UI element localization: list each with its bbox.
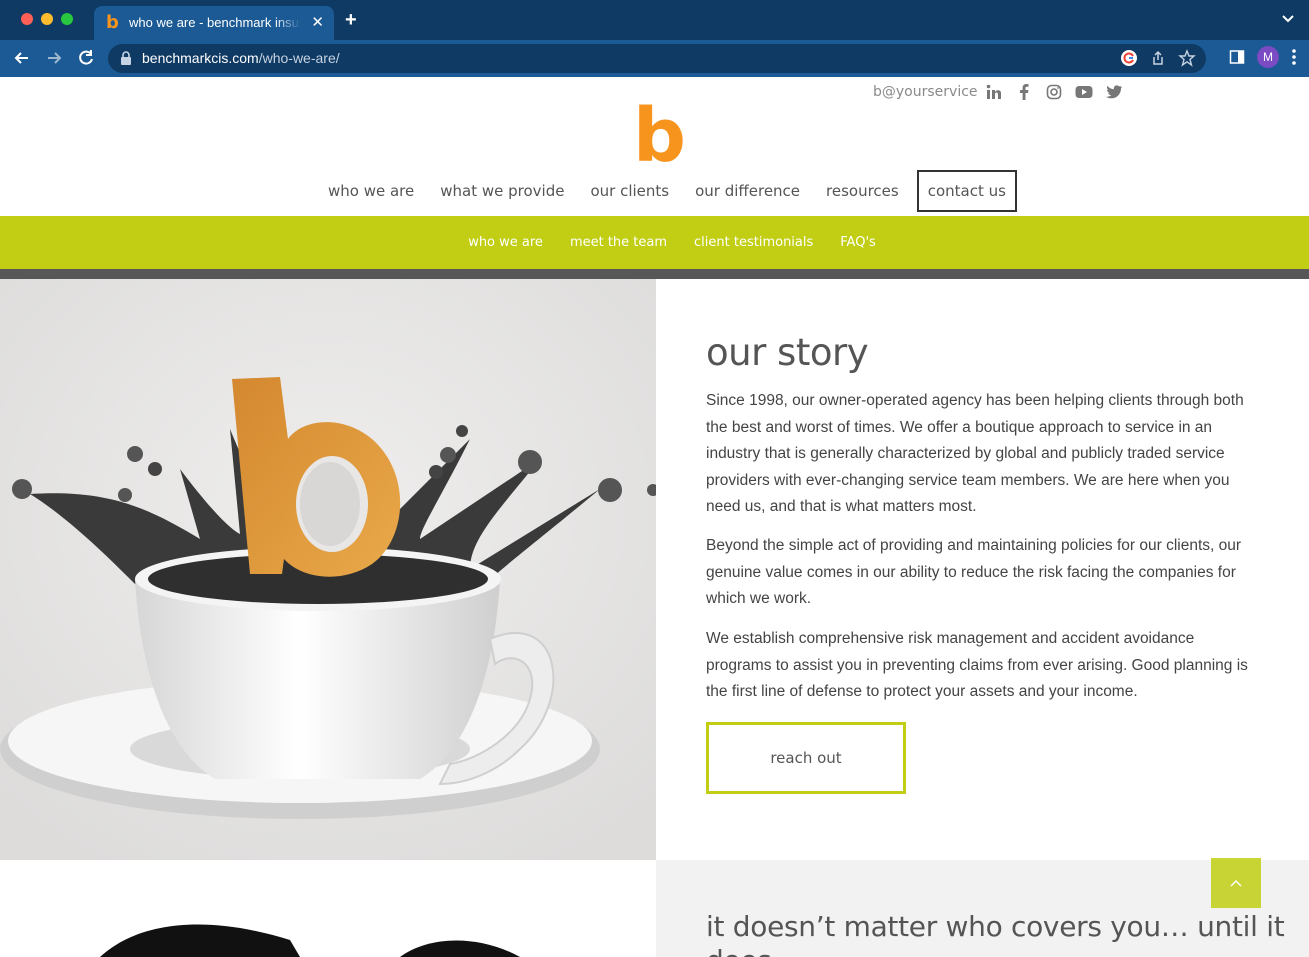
story-paragraph-1: Since 1998, our owner-operated agency ha… <box>706 392 1244 515</box>
contact-handle[interactable]: b@yourservice <box>873 84 978 100</box>
subnav-faqs[interactable]: FAQ's <box>840 235 876 250</box>
share-icon[interactable] <box>1150 50 1166 66</box>
sub-nav: who we are meet the team client testimon… <box>0 216 1309 269</box>
browser-toolbar: benchmarkcis.com/who-we-are/ M <box>0 40 1309 77</box>
site-header: b@yourservice b who we are what we provi… <box>0 77 1309 216</box>
profile-avatar[interactable]: M <box>1257 46 1279 68</box>
address-bar[interactable]: benchmarkcis.com/who-we-are/ <box>108 44 1206 73</box>
main-nav: who we are what we provide our clients o… <box>320 170 1027 212</box>
nav-our-difference[interactable]: our difference <box>687 182 808 200</box>
lock-icon[interactable] <box>120 51 132 65</box>
our-story-heading: our story <box>706 331 869 374</box>
google-icon[interactable] <box>1120 49 1138 67</box>
our-story-section: our story Since 1998, our owner-operated… <box>656 279 1309 860</box>
instagram-icon[interactable] <box>1045 83 1063 101</box>
youtube-icon[interactable] <box>1075 83 1093 101</box>
reload-icon[interactable] <box>76 48 96 68</box>
browser-tab-active[interactable]: b who we are - benchmark insurance ✕ <box>94 6 334 40</box>
nav-who-we-are[interactable]: who we are <box>320 182 422 200</box>
chevron-up-icon <box>1230 879 1242 887</box>
divider-band <box>0 269 1309 279</box>
browser-menu-icon[interactable] <box>1291 48 1297 66</box>
browser-tab-strip: b who we are - benchmark insurance ✕ + <box>0 0 1309 40</box>
social-links <box>985 83 1123 101</box>
forward-arrow-icon[interactable] <box>44 48 64 68</box>
window-minimize-button[interactable] <box>41 13 53 25</box>
tab-title: who we are - benchmark insurance <box>129 15 301 30</box>
subnav-meet-the-team[interactable]: meet the team <box>570 235 667 250</box>
nav-resources[interactable]: resources <box>818 182 907 200</box>
tab-search-chevron-icon[interactable] <box>1281 12 1295 26</box>
url-path: /who-we-are/ <box>258 50 340 66</box>
window-close-button[interactable] <box>21 13 33 25</box>
window-zoom-button[interactable] <box>61 13 73 25</box>
new-tab-button[interactable]: + <box>345 9 357 32</box>
bookmark-star-icon[interactable] <box>1178 49 1196 67</box>
reach-out-button[interactable]: reach out <box>706 722 906 794</box>
tab-close-icon[interactable]: ✕ <box>311 13 324 31</box>
twitter-icon[interactable] <box>1105 83 1123 101</box>
site-logo[interactable]: b <box>633 99 686 173</box>
coffee-cup-splash-image <box>0 279 656 860</box>
hair-image <box>0 860 656 957</box>
story-paragraph-3: We establish comprehensive risk manageme… <box>706 630 1248 700</box>
url-domain: benchmarkcis.com <box>142 50 259 66</box>
site-favicon-icon: b <box>106 12 119 33</box>
facebook-icon[interactable] <box>1015 83 1033 101</box>
subnav-who-we-are[interactable]: who we are <box>468 235 543 250</box>
back-arrow-icon[interactable] <box>12 48 32 68</box>
linkedin-icon[interactable] <box>985 83 1003 101</box>
scroll-to-top-button[interactable] <box>1211 858 1261 908</box>
nav-contact-us-button[interactable]: contact us <box>916 170 1017 212</box>
story-paragraph-2: Beyond the simple act of providing and m… <box>706 537 1242 607</box>
url-text: benchmarkcis.com/who-we-are/ <box>142 50 340 66</box>
subnav-client-testimonials[interactable]: client testimonials <box>694 235 813 250</box>
coverage-heading: it doesn’t matter who covers you… until … <box>706 910 1285 957</box>
side-panel-icon[interactable] <box>1229 49 1245 65</box>
nav-what-we-provide[interactable]: what we provide <box>432 182 572 200</box>
nav-our-clients[interactable]: our clients <box>582 182 677 200</box>
